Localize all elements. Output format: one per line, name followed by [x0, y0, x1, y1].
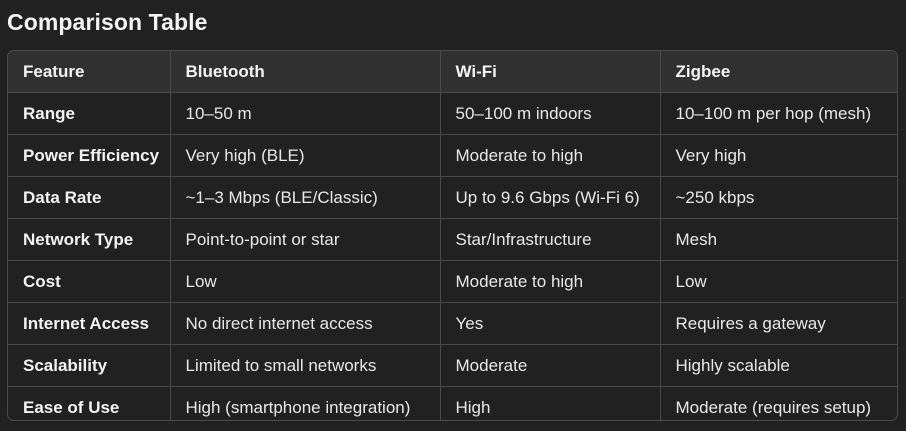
comparison-table-container: Feature Bluetooth Wi-Fi Zigbee Range 10–… [7, 50, 898, 421]
zigbee-cell: 10–100 m per hop (mesh) [660, 92, 897, 135]
zigbee-cell: Highly scalable [660, 344, 897, 387]
table-row: Scalability Limited to small networks Mo… [8, 344, 897, 387]
wifi-cell: Moderate to high [440, 260, 661, 303]
wifi-cell: Up to 9.6 Gbps (Wi-Fi 6) [440, 176, 661, 219]
wifi-cell: 50–100 m indoors [440, 92, 661, 135]
table-row: Network Type Point-to-point or star Star… [8, 218, 897, 261]
header-wifi: Wi-Fi [440, 51, 661, 93]
bluetooth-cell: Limited to small networks [170, 344, 441, 387]
wifi-cell: Moderate to high [440, 134, 661, 177]
table-row: Data Rate ~1–3 Mbps (BLE/Classic) Up to … [8, 176, 897, 219]
wifi-cell: Yes [440, 302, 661, 345]
table-row: Power Efficiency Very high (BLE) Moderat… [8, 134, 897, 177]
row-feature-cell: Power Efficiency [8, 134, 171, 177]
row-feature-cell: Scalability [8, 344, 171, 387]
table-row: Cost Low Moderate to high Low [8, 260, 897, 303]
table-row: Range 10–50 m 50–100 m indoors 10–100 m … [8, 92, 897, 135]
row-feature-cell: Internet Access [8, 302, 171, 345]
row-feature-cell: Ease of Use [8, 386, 171, 420]
table-row: Internet Access No direct internet acces… [8, 302, 897, 345]
page-title: Comparison Table [7, 9, 208, 35]
bluetooth-cell: Point-to-point or star [170, 218, 441, 261]
bluetooth-cell: High (smartphone integration) [170, 386, 441, 420]
header-feature: Feature [8, 51, 171, 93]
header-bluetooth: Bluetooth [170, 51, 441, 93]
wifi-cell: High [440, 386, 661, 420]
row-feature-cell: Data Rate [8, 176, 171, 219]
zigbee-cell: Mesh [660, 218, 897, 261]
bluetooth-cell: Very high (BLE) [170, 134, 441, 177]
zigbee-cell: Requires a gateway [660, 302, 897, 345]
wifi-cell: Star/Infrastructure [440, 218, 661, 261]
header-zigbee: Zigbee [660, 51, 897, 93]
bluetooth-cell: No direct internet access [170, 302, 441, 345]
zigbee-cell: Very high [660, 134, 897, 177]
row-feature-cell: Network Type [8, 218, 171, 261]
wifi-cell: Moderate [440, 344, 661, 387]
row-feature-cell: Cost [8, 260, 171, 303]
bluetooth-cell: 10–50 m [170, 92, 441, 135]
table-header-row: Feature Bluetooth Wi-Fi Zigbee [8, 51, 897, 93]
row-feature-cell: Range [8, 92, 171, 135]
bluetooth-cell: Low [170, 260, 441, 303]
comparison-table: Feature Bluetooth Wi-Fi Zigbee Range 10–… [8, 51, 897, 420]
zigbee-cell: ~250 kbps [660, 176, 897, 219]
table-row: Ease of Use High (smartphone integration… [8, 386, 897, 420]
bluetooth-cell: ~1–3 Mbps (BLE/Classic) [170, 176, 441, 219]
zigbee-cell: Moderate (requires setup) [675, 397, 872, 417]
zigbee-cell: Low [660, 260, 897, 303]
